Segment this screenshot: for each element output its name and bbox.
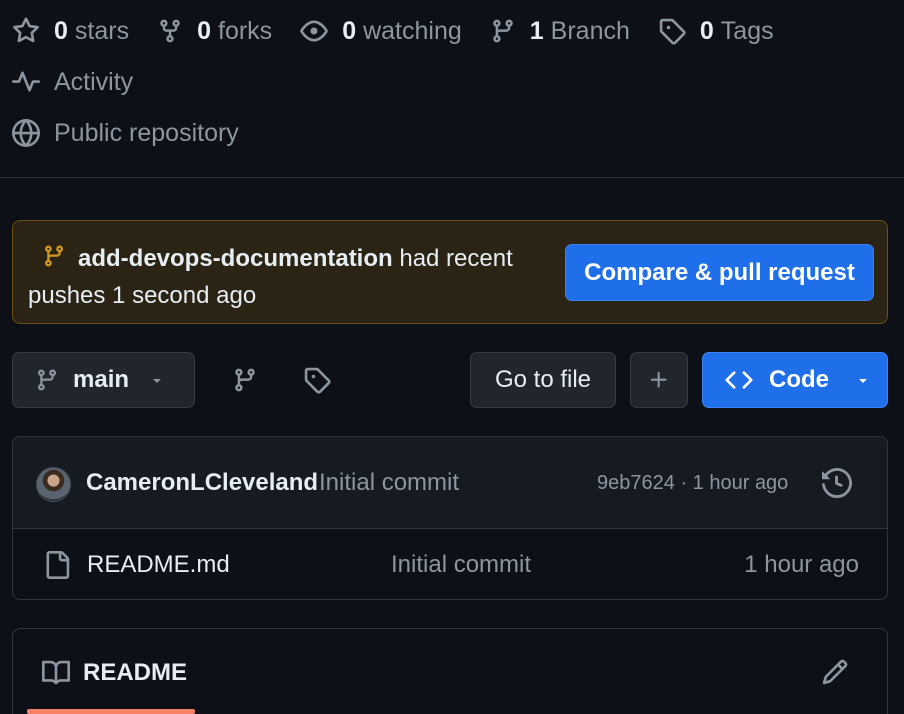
stars-link[interactable]: 0 stars bbox=[12, 17, 129, 46]
plus-icon bbox=[648, 369, 670, 391]
fork-icon bbox=[157, 17, 183, 45]
eye-icon bbox=[300, 17, 328, 45]
watching-count: 0 bbox=[342, 16, 357, 45]
globe-icon bbox=[12, 119, 40, 147]
tags-icon-link[interactable] bbox=[303, 366, 331, 394]
recent-push-banner: add-devops-documentation had recent push… bbox=[12, 220, 888, 324]
activity-link[interactable]: Activity bbox=[12, 65, 133, 99]
branch-icon bbox=[235, 368, 255, 392]
stars-count: 0 bbox=[54, 16, 68, 45]
watching-link[interactable]: 0 watching bbox=[300, 17, 462, 46]
forks-label: forks bbox=[218, 16, 273, 45]
activity-label: Activity bbox=[54, 67, 134, 96]
avatar[interactable] bbox=[36, 467, 71, 502]
commit-time: 1 hour ago bbox=[692, 472, 789, 494]
tags-label: Tags bbox=[720, 16, 774, 45]
chevron-down-icon bbox=[149, 372, 165, 388]
commit-author[interactable]: CameronLCleveland bbox=[86, 469, 318, 497]
branches-count: 1 bbox=[529, 16, 544, 45]
add-file-button[interactable] bbox=[630, 352, 688, 408]
pencil-icon[interactable] bbox=[821, 658, 849, 686]
book-icon bbox=[41, 659, 71, 687]
stars-label: stars bbox=[74, 16, 130, 45]
commit-message[interactable]: Initial commit bbox=[319, 469, 459, 497]
file-name-link[interactable]: README.md bbox=[87, 551, 230, 579]
branch-selector[interactable]: main bbox=[12, 352, 195, 408]
visibility-label: Public repository bbox=[54, 118, 239, 147]
forks-count: 0 bbox=[197, 16, 211, 45]
file-icon bbox=[43, 550, 71, 580]
file-commit-time: 1 hour ago bbox=[744, 551, 859, 578]
tag-icon bbox=[304, 367, 331, 394]
branches-link[interactable]: 1 Branch bbox=[490, 17, 630, 46]
tags-count: 0 bbox=[699, 16, 714, 45]
commit-sha-time[interactable]: 9eb7624 · 1 hour ago bbox=[597, 472, 788, 495]
code-brackets-icon bbox=[725, 366, 753, 394]
branch-icon bbox=[490, 17, 516, 45]
tags-link[interactable]: 0 Tags bbox=[658, 17, 774, 46]
code-button[interactable]: Code bbox=[702, 352, 888, 408]
pushed-branch-name[interactable]: add-devops-documentation bbox=[78, 245, 393, 272]
branches-label: Branch bbox=[550, 16, 630, 45]
file-commit-message[interactable]: Initial commit bbox=[391, 551, 531, 579]
readme-tab-underline bbox=[27, 709, 195, 714]
history-icon[interactable] bbox=[822, 468, 852, 498]
push-message: add-devops-documentation had recent push… bbox=[28, 240, 548, 314]
commit-separator: · bbox=[680, 472, 688, 494]
section-divider bbox=[0, 177, 904, 178]
visibility-info: Public repository bbox=[12, 116, 239, 150]
chevron-down-icon bbox=[855, 372, 871, 388]
branch-icon bbox=[42, 243, 66, 269]
compare-pull-request-button[interactable]: Compare & pull request bbox=[565, 244, 874, 301]
table-row: README.md Initial commit 1 hour ago bbox=[13, 529, 887, 599]
branch-icon bbox=[35, 367, 59, 393]
tag-icon bbox=[658, 17, 686, 45]
readme-tab[interactable]: README bbox=[83, 659, 187, 687]
forks-link[interactable]: 0 forks bbox=[157, 17, 272, 46]
code-button-label: Code bbox=[769, 366, 829, 393]
branches-icon-link[interactable] bbox=[232, 366, 258, 394]
branch-selector-label: main bbox=[73, 366, 130, 393]
pulse-icon bbox=[12, 68, 40, 96]
file-table: CameronLCleveland Initial commit 9eb7624… bbox=[12, 436, 888, 600]
readme-panel: README bbox=[12, 628, 888, 714]
star-icon bbox=[12, 17, 40, 45]
watching-label: watching bbox=[363, 16, 462, 45]
go-to-file-button[interactable]: Go to file bbox=[470, 352, 616, 408]
repo-stats: 0 stars 0 forks 0 watching 1 Branch 0 Ta… bbox=[12, 14, 802, 48]
latest-commit-row: CameronLCleveland Initial commit 9eb7624… bbox=[13, 437, 887, 529]
commit-sha[interactable]: 9eb7624 bbox=[597, 472, 675, 494]
